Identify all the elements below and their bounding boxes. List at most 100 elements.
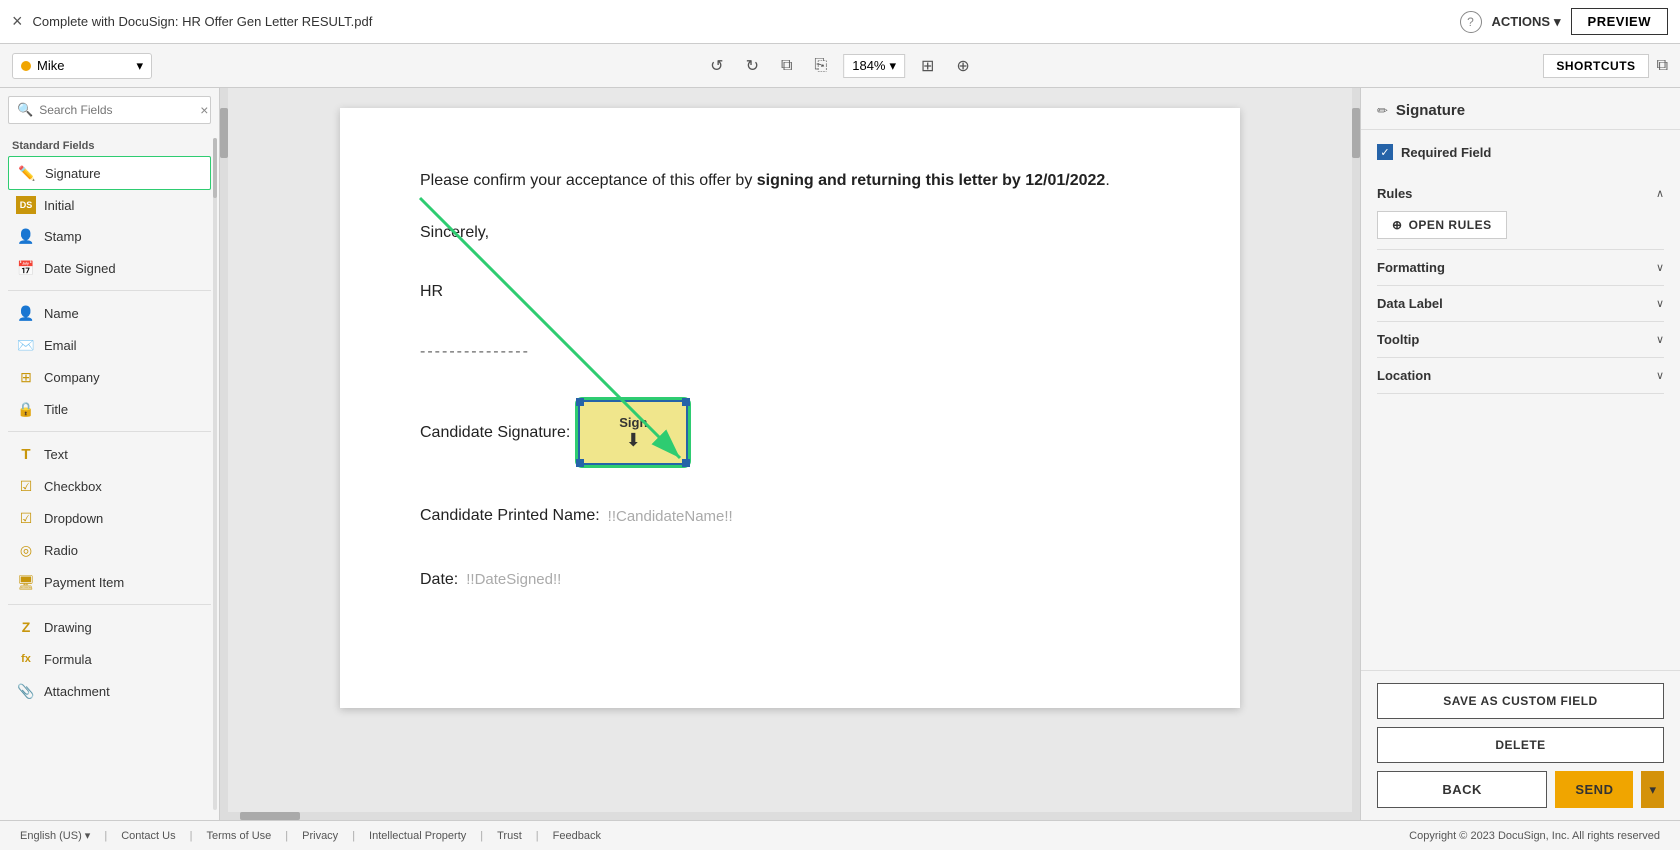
formula-label: Formula [44, 652, 92, 667]
date-signed-icon: 📅 [16, 258, 36, 278]
divider2 [8, 431, 211, 432]
redo-button[interactable]: ↻ [740, 52, 765, 80]
sincerely-line: Sincerely, [420, 220, 1160, 246]
zoom-selector[interactable]: 184% ▾ [843, 54, 905, 78]
field-item-text[interactable]: T Text [8, 438, 211, 470]
data-label-row[interactable]: Data Label ∨ [1377, 286, 1664, 322]
tag-button[interactable]: ⊕ [950, 52, 975, 80]
initial-icon: DS [16, 196, 36, 214]
spacer5 [420, 475, 1160, 493]
title-label: Title [44, 402, 68, 417]
footer-trust[interactable]: Trust [497, 830, 522, 842]
right-header-title: Signature [1396, 102, 1465, 119]
field-item-signature[interactable]: ✏️ Signature [8, 156, 211, 190]
field-item-name[interactable]: 👤 Name [8, 297, 211, 329]
spacer6 [420, 539, 1160, 557]
field-item-initial[interactable]: DS Initial [8, 190, 211, 220]
bottom-actions: BACK SEND ▾ [1377, 771, 1664, 808]
send-button[interactable]: SEND [1555, 771, 1633, 808]
location-row[interactable]: Location ∨ [1377, 358, 1664, 394]
candidate-name-label: Candidate Printed Name: [420, 503, 600, 529]
field-item-title[interactable]: 🔒 Title [8, 393, 211, 425]
recipient-dot [21, 61, 31, 71]
field-item-attachment[interactable]: 📎 Attachment [8, 675, 211, 707]
left-scrollbar-thumb [220, 108, 228, 158]
field-item-stamp[interactable]: 👤 Stamp [8, 220, 211, 252]
field-item-formula[interactable]: fx Formula [8, 643, 211, 675]
search-icon: 🔍 [17, 102, 33, 118]
email-icon: ✉️ [16, 335, 36, 355]
radio-label: Radio [44, 543, 78, 558]
send-dropdown-button[interactable]: ▾ [1641, 771, 1664, 808]
document-area[interactable]: Please confirm your acceptance of this o… [220, 88, 1360, 820]
paste-button[interactable]: ⎘ [808, 53, 833, 79]
footer: English (US) ▾ | Contact Us | Terms of U… [0, 820, 1680, 850]
save-custom-field-button[interactable]: SAVE AS CUSTOM FIELD [1377, 683, 1664, 719]
required-checkbox[interactable]: ✓ [1377, 144, 1393, 160]
search-input[interactable] [39, 103, 194, 117]
field-item-dropdown[interactable]: ☑ Dropdown [8, 502, 211, 534]
document-title: Complete with DocuSign: HR Offer Gen Let… [33, 14, 737, 29]
footer-feedback[interactable]: Feedback [553, 830, 601, 842]
footer-privacy[interactable]: Privacy [302, 830, 338, 842]
field-item-drawing[interactable]: Z Drawing [8, 611, 211, 643]
footer-contact[interactable]: Contact Us [121, 830, 175, 842]
right-header-icon: ✏ [1377, 103, 1388, 119]
signature-icon: ✏️ [17, 163, 37, 183]
back-button[interactable]: BACK [1377, 771, 1547, 808]
location-label: Location [1377, 368, 1431, 383]
doc-paragraph1: Please confirm your acceptance of this o… [420, 168, 1160, 194]
field-item-date-signed[interactable]: 📅 Date Signed [8, 252, 211, 284]
formula-icon: fx [16, 649, 36, 669]
actions-button[interactable]: ACTIONS ▾ [1492, 14, 1561, 30]
footer-intellectual[interactable]: Intellectual Property [369, 830, 466, 842]
tooltip-row[interactable]: Tooltip ∨ [1377, 322, 1664, 358]
dropdown-icon: ☑ [16, 508, 36, 528]
corner-tr [682, 398, 690, 406]
toolbar2: Mike ▾ ↺ ↻ ⧉ ⎘ 184% ▾ ⊞ ⊕ SHORTCUTS ⧉ [0, 44, 1680, 88]
sidebar-scrollbar [213, 138, 217, 810]
dropdown-label: Dropdown [44, 511, 103, 526]
sidebar: 🔍 × Standard Fields ✏️ Signature DS Init… [0, 88, 220, 820]
search-close-icon[interactable]: × [200, 102, 208, 118]
location-chevron-icon: ∨ [1656, 369, 1664, 382]
undo-button[interactable]: ↺ [704, 52, 729, 80]
right-panel: ✏ Signature ✓ Required Field Rules ∧ ⊕ O… [1360, 88, 1680, 820]
multi-button[interactable]: ⊞ [915, 52, 940, 80]
footer-terms[interactable]: Terms of Use [206, 830, 271, 842]
recipient-selector[interactable]: Mike ▾ [12, 53, 152, 79]
corner-br [682, 459, 690, 467]
bottom-scrollbar-thumb [240, 812, 300, 820]
toolbar-center: ↺ ↻ ⧉ ⎘ 184% ▾ ⊞ ⊕ [704, 52, 976, 80]
document-scroll-inner: Please confirm your acceptance of this o… [220, 88, 1360, 728]
rules-row[interactable]: Rules ∧ [1377, 186, 1664, 201]
field-item-email[interactable]: ✉️ Email [8, 329, 211, 361]
formatting-row[interactable]: Formatting ∨ [1377, 250, 1664, 286]
sign-box[interactable]: Sign ⬇ [578, 400, 688, 465]
shortcuts-button[interactable]: SHORTCUTS [1543, 54, 1648, 78]
field-item-payment[interactable]: 🖥 Payment Item [8, 566, 211, 598]
main-layout: 🔍 × Standard Fields ✏️ Signature DS Init… [0, 88, 1680, 820]
field-item-checkbox[interactable]: ☑ Checkbox [8, 470, 211, 502]
preview-button[interactable]: PREVIEW [1571, 8, 1668, 35]
copy-button[interactable]: ⧉ [775, 53, 798, 79]
footer-sep5: | [480, 830, 483, 842]
delete-button[interactable]: DELETE [1377, 727, 1664, 763]
corner-tl [576, 398, 584, 406]
signature-label: Signature [45, 166, 101, 181]
divider1 [8, 290, 211, 291]
footer-language[interactable]: English (US) ▾ [20, 829, 90, 842]
drawing-icon: Z [16, 617, 36, 637]
open-rules-button[interactable]: ⊕ OPEN RULES [1377, 211, 1507, 239]
field-item-radio[interactable]: ◎ Radio [8, 534, 211, 566]
date-placeholder: !!DateSigned!! [466, 571, 561, 588]
field-item-company[interactable]: ⊞ Company [8, 361, 211, 393]
attachment-icon: 📎 [16, 681, 36, 701]
search-fields-container[interactable]: 🔍 × [8, 96, 211, 124]
copy2-button[interactable]: ⧉ [1657, 57, 1668, 75]
actions-label: ACTIONS [1492, 14, 1551, 29]
date-signed-label: Date Signed [44, 261, 116, 276]
close-button[interactable]: × [12, 11, 23, 32]
help-icon[interactable]: ? [1460, 11, 1482, 33]
candidate-sig-label: Candidate Signature: [420, 420, 570, 446]
